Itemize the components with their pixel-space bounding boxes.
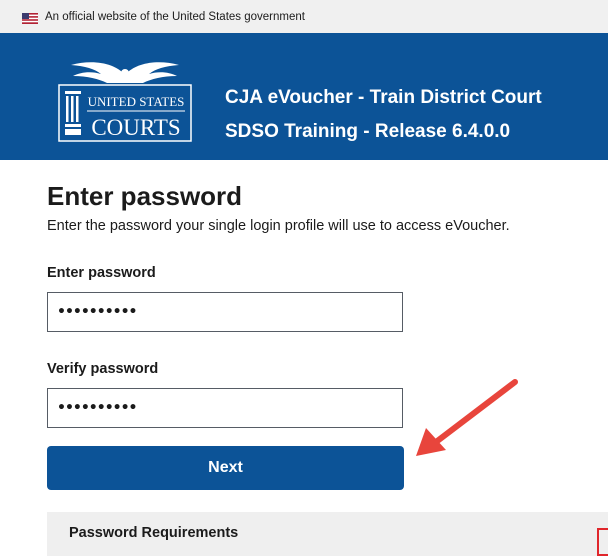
password-requirements-panel[interactable]: Password Requirements <box>47 512 608 556</box>
site-header: UNITED STATES COURTS CJA eVoucher - Trai… <box>0 33 608 160</box>
united-states-courts-logo-icon[interactable]: UNITED STATES COURTS <box>45 49 205 145</box>
page-title: Enter password <box>47 181 243 211</box>
app-title: CJA eVoucher - Train District Court <box>225 87 542 108</box>
gov-banner: An official website of the United States… <box>0 0 608 33</box>
us-flag-icon <box>22 13 38 24</box>
gov-banner-text: An official website of the United States… <box>45 11 305 23</box>
logo-text-line1: UNITED STATES <box>88 94 185 109</box>
page-description: Enter the password your single login pro… <box>47 218 510 234</box>
logo-text-line2: COURTS <box>91 115 180 140</box>
annotation-arrow-icon <box>416 379 518 456</box>
verify-password-label: Verify password <box>47 361 159 377</box>
verify-password-input[interactable] <box>47 388 403 428</box>
next-button[interactable]: Next <box>47 446 404 490</box>
annotation-highlight-box <box>597 528 608 556</box>
app-subtitle: SDSO Training - Release 6.4.0.0 <box>225 121 511 142</box>
enter-password-input[interactable] <box>47 292 403 332</box>
enter-password-label: Enter password <box>47 265 156 281</box>
password-requirements-title: Password Requirements <box>69 525 239 541</box>
